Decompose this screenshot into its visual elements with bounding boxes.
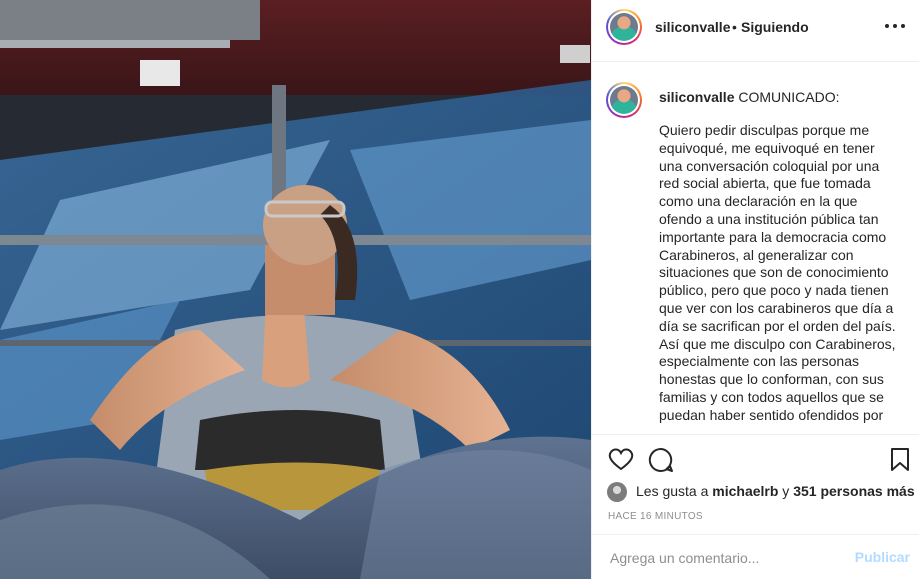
author-avatar[interactable] [606, 9, 642, 45]
caption-avatar[interactable] [606, 82, 642, 118]
heart-icon[interactable] [608, 447, 634, 476]
caption-heading: siliconvalle COMUNICADO: [659, 89, 840, 105]
author-username[interactable]: siliconvalle [655, 19, 730, 35]
post-photo[interactable] [0, 0, 591, 579]
comment-bubble-icon[interactable] [648, 447, 674, 478]
ellipsis-icon[interactable] [884, 14, 906, 35]
caption-section: siliconvalle COMUNICADO: Quiero pedir di… [592, 62, 919, 434]
post-header: siliconvalle • Siguiendo [592, 0, 919, 62]
caption-title: COMUNICADO: [738, 89, 840, 105]
publish-button[interactable]: Publicar [855, 549, 910, 565]
likes-prefix: Les gusta a [636, 483, 713, 499]
likes-middle: y [778, 483, 794, 499]
likes-others-link[interactable]: 351 personas más [793, 483, 914, 499]
post-timestamp[interactable]: HACE 16 MINUTOS [608, 511, 703, 522]
follow-status-button[interactable]: Siguiendo [741, 19, 809, 35]
instagram-post-modal: siliconvalle • Siguiendo siliconvalle CO… [0, 0, 919, 579]
liker-avatar[interactable] [607, 482, 627, 502]
post-side-panel: siliconvalle • Siguiendo siliconvalle CO… [591, 0, 919, 579]
separator-dot: • [732, 19, 737, 35]
action-bar [592, 434, 919, 484]
liker-username[interactable]: michaelrb [712, 483, 778, 499]
comment-form: Publicar [592, 534, 919, 579]
comment-input[interactable] [608, 547, 842, 569]
bookmark-icon[interactable] [890, 447, 910, 477]
caption-text: Quiero pedir disculpas porque me equivoq… [659, 122, 896, 423]
caption-username[interactable]: siliconvalle [659, 89, 734, 105]
photo-illustration [0, 0, 591, 579]
